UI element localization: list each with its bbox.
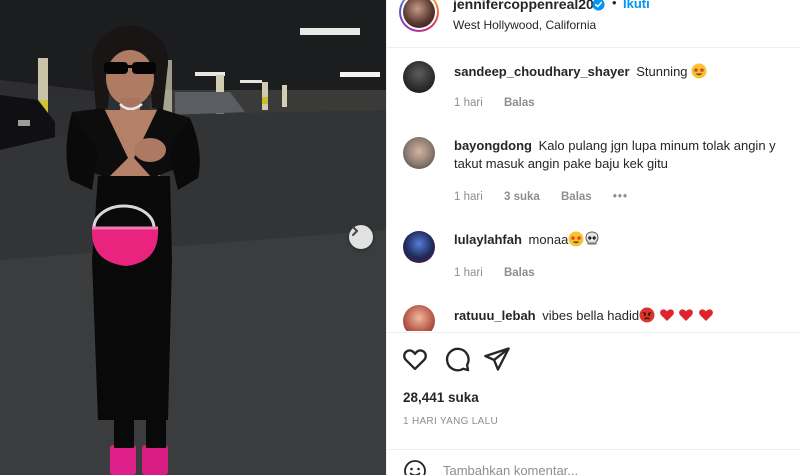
post-actions [387,345,800,375]
comment-icon[interactable] [443,345,471,373]
comment-content-line2: takut masuk angin pake baju kek gitu [454,156,668,171]
comment-text: sandeep_choudhary_shayer Stunning [454,63,800,81]
next-image-button[interactable] [349,225,373,249]
comment-text: lulaylahfah monaa [454,231,800,249]
comment-content: monaa [528,232,569,247]
comments-list[interactable]: sandeep_choudhary_shayer Stunning 1 hari… [387,49,800,331]
commenter-avatar[interactable] [403,61,435,93]
red-heart-emoji-icon [699,309,713,321]
commenter-avatar[interactable] [403,231,435,263]
red-heart-emoji-icon [679,309,694,321]
add-comment-bar [387,456,800,475]
comment-input[interactable] [443,458,743,475]
section-divider [387,332,800,333]
post-header: jennifercoppenreal20 • Ikuti West Hollyw… [387,0,800,48]
follow-button[interactable]: Ikuti [623,0,650,11]
next-arrow-icon [352,226,358,236]
comment-content: vibes bella hadid [542,308,640,323]
share-icon[interactable] [483,345,511,373]
separator-dot: • [612,0,617,10]
comment-time[interactable]: 1 hari [454,97,483,109]
skull-emoji-icon [585,231,599,245]
emoji-icon[interactable] [403,459,427,475]
comment-likes[interactable]: 3 suka [504,191,540,203]
parking-garage-photo [0,0,386,475]
post-side-panel: jennifercoppenreal20 • Ikuti West Hollyw… [386,0,800,475]
comment-meta: 1 hari Balas [454,267,553,279]
heart-icon[interactable] [401,345,429,373]
commenter-avatar[interactable] [403,137,435,169]
commenter-username[interactable]: ratuuu_lebah [454,308,536,323]
star-struck-emoji-icon [691,63,707,79]
comment-time[interactable]: 1 hari [454,191,483,203]
commenter-username[interactable]: lulaylahfah [454,232,522,247]
commenter-avatar[interactable] [403,305,435,331]
comment-content: Stunning [636,64,688,79]
post-time[interactable]: 1 HARI YANG LALU [403,416,498,427]
commenter-username[interactable]: sandeep_choudhary_shayer [454,64,630,79]
star-struck-emoji-icon [568,231,584,247]
comment-meta: 1 hari Balas [454,97,553,109]
reply-button[interactable]: Balas [561,191,592,203]
red-heart-emoji-icon [659,309,674,321]
comment-meta: 1 hari 3 suka Balas ••• [454,191,646,203]
comment-time[interactable]: 1 hari [454,267,483,279]
angry-face-emoji-icon [639,307,655,323]
section-divider [387,449,800,450]
more-dots-icon[interactable]: ••• [613,191,628,203]
post-photo [0,0,386,475]
reply-button[interactable]: Balas [504,97,535,109]
author-username[interactable]: jennifercoppenreal20 [453,0,594,12]
post-location[interactable]: West Hollywood, California [453,18,596,32]
commenter-username[interactable]: bayongdong [454,138,532,153]
comment-text: ratuuu_lebah vibes bella hadid [454,307,800,325]
author-avatar[interactable] [399,0,439,32]
comment-text: bayongdong Kalo pulang jgn lupa minum to… [454,137,800,173]
reply-button[interactable]: Balas [504,267,535,279]
verified-badge-icon [592,0,605,11]
comment-content: Kalo pulang jgn lupa minum tolak angin y [538,138,776,153]
likes-count[interactable]: 28,441 suka [403,390,479,405]
